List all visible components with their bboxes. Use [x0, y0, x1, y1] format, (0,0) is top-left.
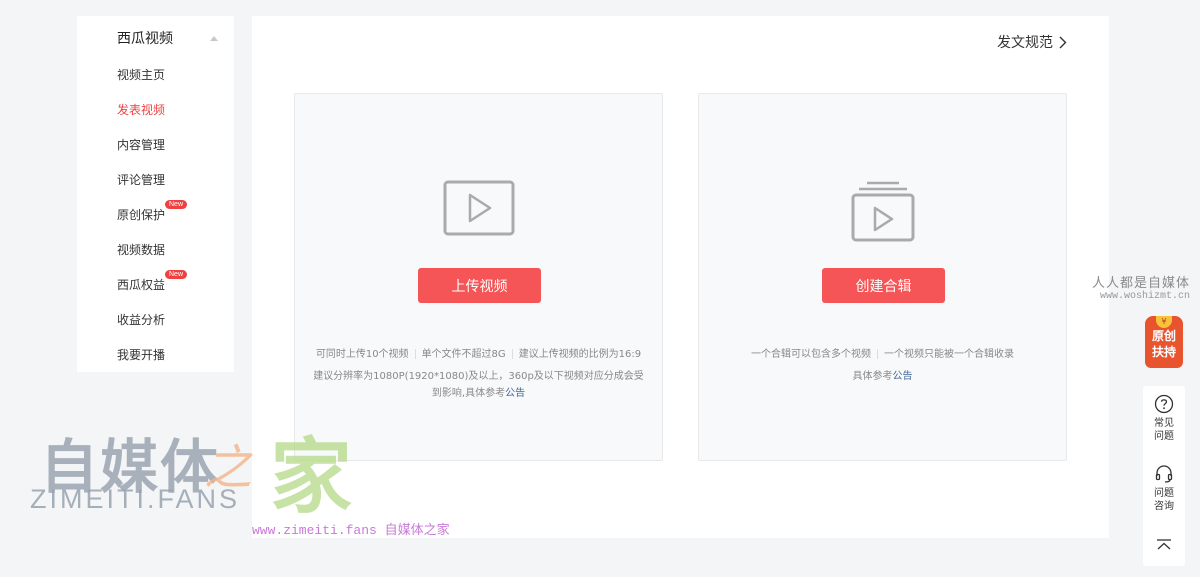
announcement-link[interactable]: 公告 — [505, 388, 525, 399]
create-collection-card: 创建合辑 一个合辑可以包含多个视频 一个视频只能被一个合辑收录 具体参考公告 — [698, 93, 1067, 461]
sidebar-item-original-protect[interactable]: 原创保护 New — [117, 200, 188, 241]
collection-hint: 一个合辑可以包含多个视频 一个视频只能被一个合辑收录 具体参考公告 — [709, 344, 1056, 385]
logo-text: 自媒体 — [40, 433, 221, 501]
hint-text: 建议上传视频的比例为16:9 — [518, 349, 642, 360]
divider — [414, 349, 416, 359]
sidebar-item-label: 评论管理 — [117, 173, 166, 187]
publishing-rules-link[interactable]: 发文规范 — [997, 32, 1067, 52]
sidebar-item-revenue-analysis[interactable]: 收益分析 — [117, 311, 165, 346]
floating-toolbar: 常见问题 问题咨询 — [1143, 386, 1185, 566]
sidebar-item-content-manage[interactable]: 内容管理 — [117, 136, 165, 171]
new-badge: New — [165, 270, 188, 279]
sidebar-section-header[interactable]: 西瓜视频 — [117, 26, 218, 50]
site-watermark: 人人都是自媒体 www.woshizmt.cn — [1092, 272, 1190, 302]
divider — [877, 349, 878, 359]
hint-text: 一个合辑可以包含多个视频 — [751, 349, 871, 360]
faq-label: 常见问题 — [1154, 418, 1174, 442]
sidebar-item-label: 视频主页 — [117, 68, 166, 82]
faq-button[interactable]: 常见问题 — [1143, 394, 1185, 443]
logo-english: ZIMEITI.FANS — [30, 484, 241, 514]
upload-video-card: 上传视频 可同时上传10个视频 单个文件不超过8G 建议上传视频的比例为16:9 建… — [294, 93, 663, 461]
sidebar-item-video-data[interactable]: 视频数据 — [117, 241, 165, 276]
collapse-caret-icon[interactable] — [210, 35, 218, 41]
sidebar-item-label: 我要开播 — [117, 348, 166, 362]
sidebar-item-label: 视频数据 — [117, 243, 166, 257]
main-panel: 发文规范 上传视频 可同时上传10个视频 单个文件不超过8G 建议上传视频的比例为1… — [252, 16, 1109, 538]
video-play-icon — [443, 180, 515, 236]
divider — [511, 349, 513, 359]
sidebar-item-xigua-rights[interactable]: 西瓜权益 New — [117, 270, 188, 311]
back-to-top-button[interactable] — [1143, 538, 1185, 555]
collection-icon — [851, 181, 915, 242]
hint-text: 具体参考 — [852, 371, 893, 382]
publishing-rules-label: 发文规范 — [997, 35, 1053, 51]
sidebar-item-label: 发表视频 — [117, 103, 166, 117]
question-icon — [1154, 394, 1174, 414]
watermark-url: www.woshizmt.cn — [1100, 291, 1191, 302]
upload-video-button[interactable]: 上传视频 — [418, 268, 541, 303]
badge-text: 原创 — [1151, 329, 1176, 343]
new-badge: New — [165, 200, 188, 209]
sidebar-menu: 视频主页 发表视频 内容管理 评论管理 原创保护 New 视频数据 西瓜权益 New… — [117, 66, 188, 381]
logo-text: 之 — [204, 440, 253, 496]
hint-text: 可同时上传10个视频 — [315, 349, 409, 360]
headset-icon — [1155, 465, 1173, 483]
sidebar: 西瓜视频 视频主页 发表视频 内容管理 评论管理 原创保护 New 视频数据 西瓜… — [77, 16, 234, 372]
upload-hint: 可同时上传10个视频 单个文件不超过8G 建议上传视频的比例为16:9 建议分辨率为… — [305, 344, 652, 402]
consult-label: 问题咨询 — [1154, 488, 1174, 512]
hint-text: 单个文件不超过8G — [421, 349, 506, 360]
hint-text: 一个视频只能被一个合辑收录 — [884, 349, 1014, 360]
sidebar-item-label: 内容管理 — [117, 138, 166, 152]
consult-button[interactable]: 问题咨询 — [1143, 464, 1185, 513]
sidebar-item-video-home[interactable]: 视频主页 — [117, 66, 165, 101]
sidebar-section-title: 西瓜视频 — [117, 31, 173, 47]
hint-text: 建议分辨率为1080P(1920*1080)及以上，360p及以下视频对应分成会… — [313, 371, 644, 399]
sidebar-item-publish-video[interactable]: 发表视频 — [117, 101, 165, 136]
back-to-top-icon — [1157, 539, 1171, 550]
announcement-link[interactable]: 公告 — [893, 371, 913, 382]
chevron-right-icon — [1059, 36, 1067, 48]
sidebar-item-label: 原创保护 — [117, 208, 166, 222]
create-collection-button[interactable]: 创建合辑 — [822, 268, 945, 303]
medal-icon: ¥ — [1156, 316, 1172, 328]
sidebar-item-comment-manage[interactable]: 评论管理 — [117, 171, 165, 206]
badge-text: 扶持 — [1151, 345, 1176, 359]
original-support-badge[interactable]: ¥ 原创 扶持 — [1145, 316, 1183, 368]
sidebar-item-go-live[interactable]: 我要开播 — [117, 346, 165, 381]
sidebar-item-label: 收益分析 — [117, 313, 166, 327]
watermark-text: 人人都是自媒体 — [1092, 276, 1191, 291]
sidebar-item-label: 西瓜权益 — [117, 278, 166, 292]
